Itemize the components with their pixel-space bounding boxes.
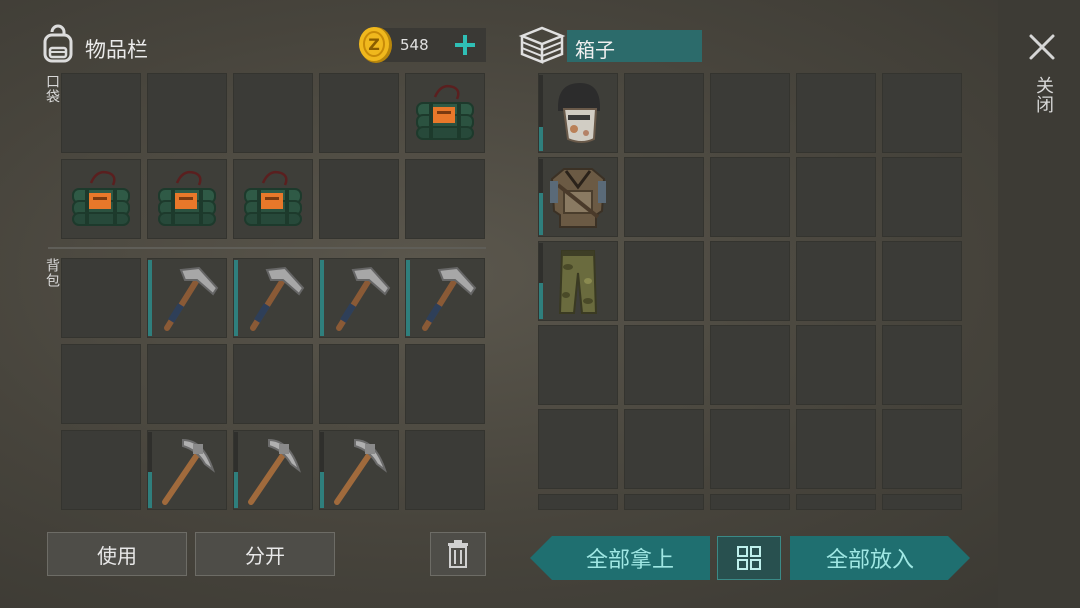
inventory-slot-empty[interactable] (710, 73, 790, 153)
inventory-slot-c4-explosive[interactable] (61, 159, 141, 239)
inventory-slot-empty[interactable] (882, 325, 962, 405)
inventory-slot-empty[interactable] (796, 409, 876, 489)
inventory-slot-empty[interactable] (624, 241, 704, 321)
inventory-slot-empty[interactable] (882, 409, 962, 489)
sort-button[interactable] (717, 536, 781, 580)
inventory-slot-pickaxe[interactable] (233, 430, 313, 510)
inventory-slot-empty[interactable] (882, 241, 962, 321)
inventory-slot-empty[interactable] (538, 325, 618, 405)
pocket-label: 口袋 (44, 74, 60, 104)
inventory-slot-helmet[interactable] (538, 73, 618, 153)
backpack-icon (43, 24, 73, 63)
inventory-slot-c4-explosive[interactable] (405, 73, 485, 153)
inventory-slot-c4-explosive[interactable] (233, 159, 313, 239)
inventory-slot-pickaxe[interactable] (147, 430, 227, 510)
inventory-slot-empty[interactable] (710, 409, 790, 489)
hammer-icon (164, 266, 219, 331)
inventory-slot-empty[interactable] (538, 494, 618, 510)
inventory-slot-empty[interactable] (624, 73, 704, 153)
inventory-slot-empty[interactable] (882, 73, 962, 153)
coin-count: 548 (400, 36, 429, 54)
c4-explosive-icon (158, 170, 216, 226)
inventory-slot-empty[interactable] (796, 494, 876, 510)
inventory-slot-empty[interactable] (710, 494, 790, 510)
inventory-slot-empty[interactable] (319, 344, 399, 424)
inventory-slot-hammer[interactable] (319, 258, 399, 338)
inventory-slot-empty[interactable] (882, 157, 962, 237)
use-button[interactable]: 使用 (47, 532, 187, 576)
container-title: 箱子 (575, 38, 615, 62)
inventory-slot-empty[interactable] (233, 73, 313, 153)
inventory-slot-camo-pants[interactable] (538, 241, 618, 321)
inventory-slot-empty[interactable] (624, 325, 704, 405)
inventory-slot-c4-explosive[interactable] (147, 159, 227, 239)
close-label: 关闭 (1033, 76, 1054, 114)
section-divider (48, 247, 486, 249)
put-all-label: 全部放入 (825, 548, 914, 573)
pickaxe-icon (248, 438, 301, 505)
take-all-button[interactable]: 全部拿上 (530, 536, 710, 580)
armor-vest-icon (550, 168, 606, 228)
grid-sort-icon (737, 546, 761, 570)
inventory-slot-empty[interactable] (319, 73, 399, 153)
coin-icon: Z (359, 27, 392, 63)
inventory-slot-empty[interactable] (61, 258, 141, 338)
inventory-slot-pickaxe[interactable] (319, 430, 399, 510)
hammer-icon (250, 266, 305, 331)
camo-pants-icon (558, 250, 598, 314)
close-icon (1029, 34, 1055, 60)
inventory-slot-empty[interactable] (796, 241, 876, 321)
inventory-slot-empty[interactable] (882, 494, 962, 510)
hammer-icon (336, 266, 391, 331)
inventory-slot-empty[interactable] (405, 344, 485, 424)
helmet-icon (558, 83, 600, 143)
inventory-slot-empty[interactable] (147, 73, 227, 153)
box-icon (518, 26, 566, 64)
add-coins-button[interactable] (453, 33, 477, 57)
inventory-slot-empty[interactable] (61, 344, 141, 424)
split-button[interactable]: 分开 (195, 532, 335, 576)
trash-icon (448, 540, 468, 568)
hammer-icon (422, 266, 477, 331)
inventory-slot-hammer[interactable] (405, 258, 485, 338)
backpack-label: 背包 (44, 258, 60, 288)
inventory-slot-empty[interactable] (710, 325, 790, 405)
inventory-slot-empty[interactable] (233, 344, 313, 424)
inventory-slot-empty[interactable] (405, 430, 485, 510)
take-all-label: 全部拿上 (585, 548, 674, 573)
trash-button[interactable] (430, 532, 486, 576)
inventory-title: 物品栏 (85, 38, 148, 62)
c4-explosive-icon (72, 170, 130, 226)
pickaxe-icon (162, 438, 215, 505)
inventory-slot-empty[interactable] (796, 73, 876, 153)
close-button[interactable]: 关闭 (1020, 28, 1064, 128)
c4-explosive-icon (244, 170, 302, 226)
inventory-slot-empty[interactable] (61, 73, 141, 153)
put-all-button[interactable]: 全部放入 (790, 536, 970, 580)
inventory-slot-empty[interactable] (710, 157, 790, 237)
inventory-slot-hammer[interactable] (233, 258, 313, 338)
inventory-slot-empty[interactable] (624, 409, 704, 489)
split-button-label: 分开 (245, 543, 285, 568)
inventory-slot-empty[interactable] (796, 157, 876, 237)
pickaxe-icon (334, 438, 387, 505)
inventory-slot-empty[interactable] (710, 241, 790, 321)
inventory-slot-empty[interactable] (405, 159, 485, 239)
svg-text:Z: Z (368, 35, 380, 54)
inventory-slot-empty[interactable] (624, 494, 704, 510)
inventory-slot-empty[interactable] (538, 409, 618, 489)
inventory-slot-empty[interactable] (319, 159, 399, 239)
inventory-slot-empty[interactable] (796, 325, 876, 405)
inventory-slot-empty[interactable] (624, 157, 704, 237)
inventory-slot-empty[interactable] (61, 430, 141, 510)
container-title-field[interactable]: 箱子 (567, 30, 702, 62)
inventory-slot-empty[interactable] (147, 344, 227, 424)
inventory-slot-armor-vest[interactable] (538, 157, 618, 237)
inventory-slot-hammer[interactable] (147, 258, 227, 338)
use-button-label: 使用 (97, 543, 137, 568)
c4-explosive-icon (416, 84, 474, 140)
